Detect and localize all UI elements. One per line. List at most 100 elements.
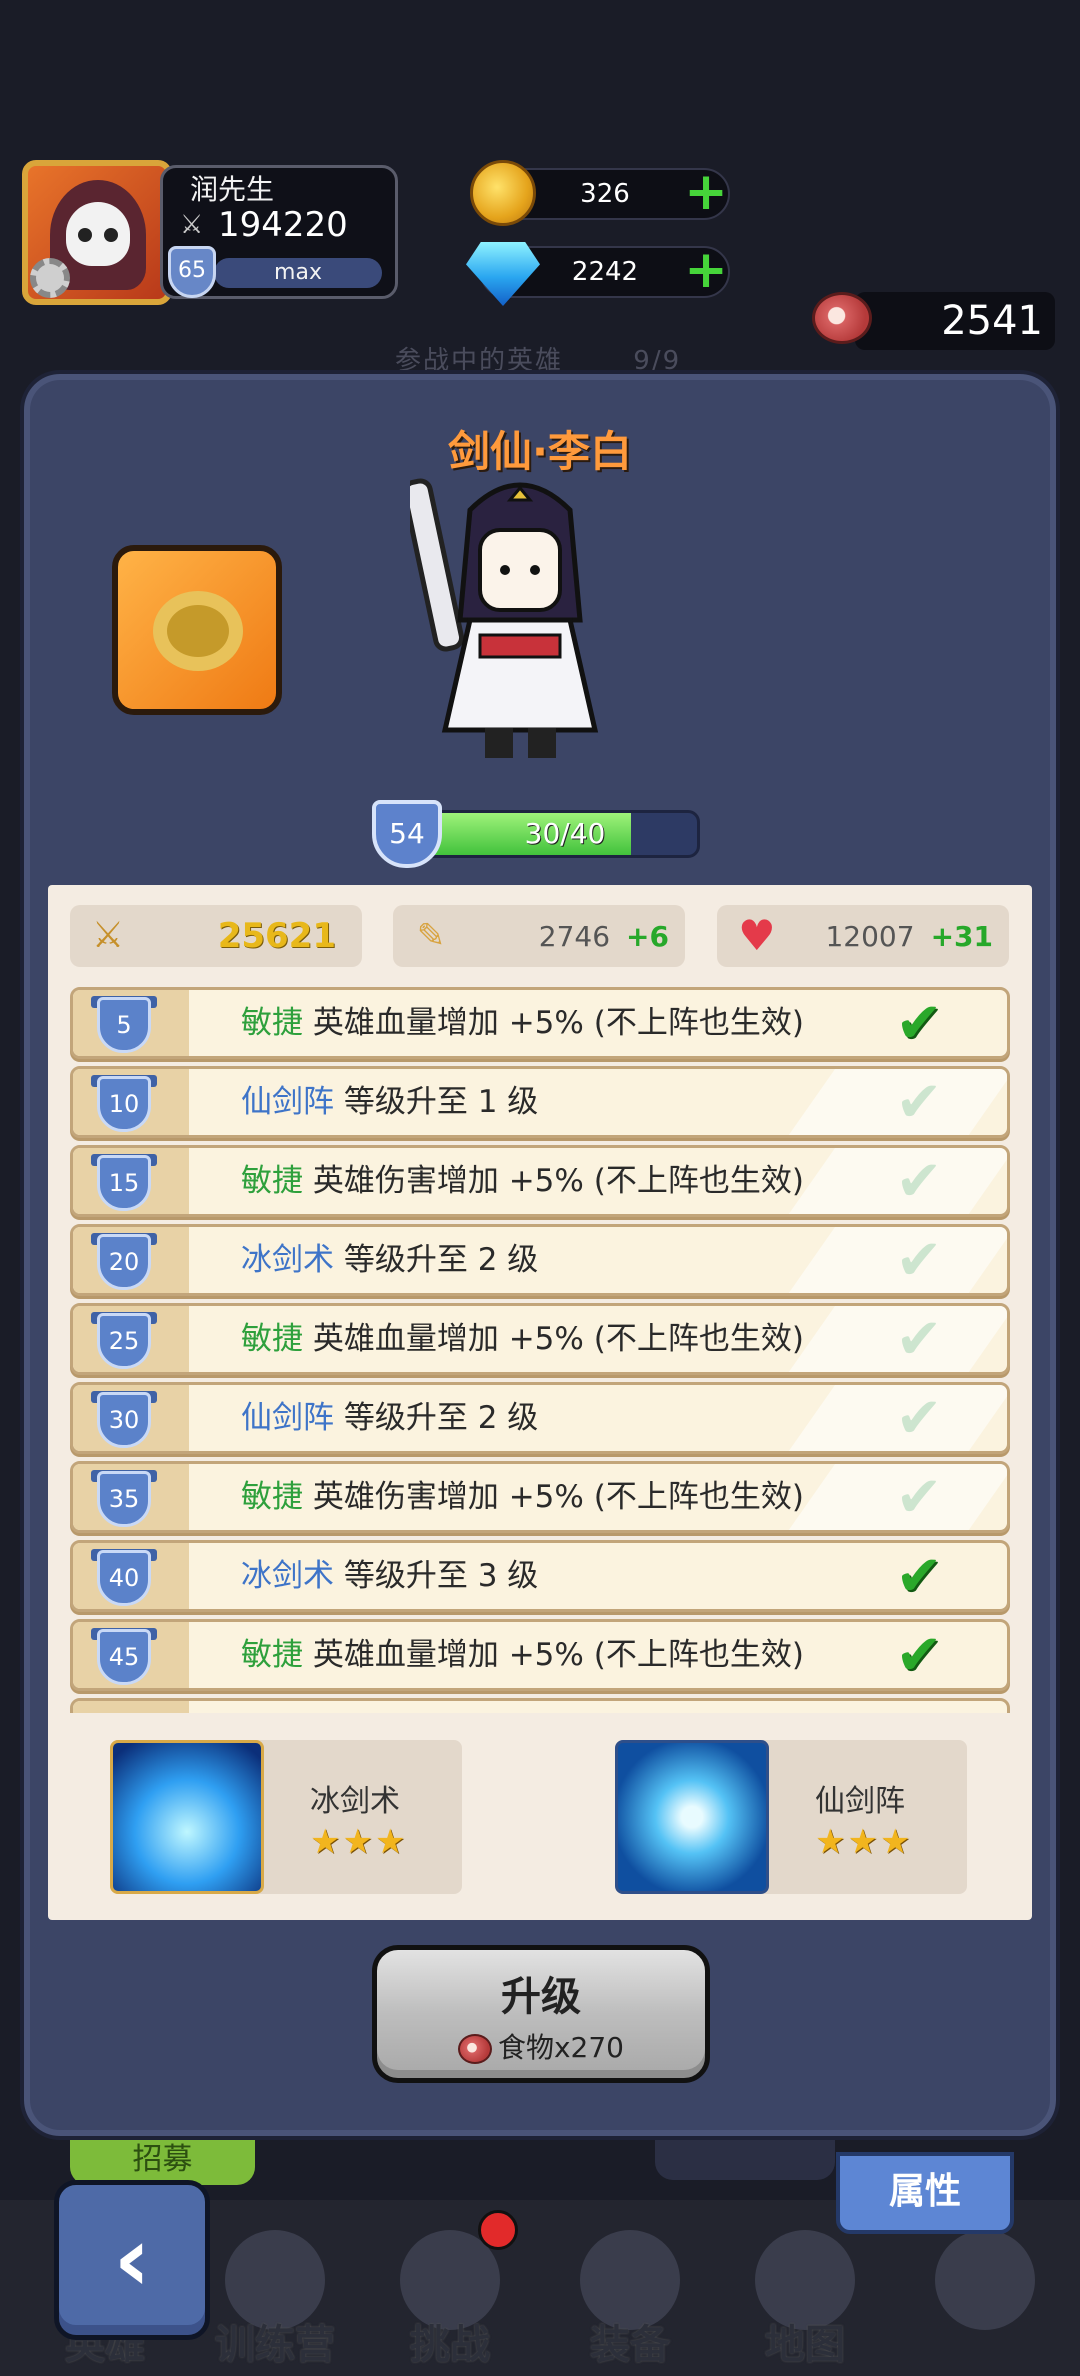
skill-stars: ★★★ [310, 1822, 408, 1862]
recruit-tab[interactable]: 招募 [70, 2140, 255, 2185]
upgrade-row: 25 敏捷 英雄血量增加 +5% (不上阵也生效) ✔ [70, 1303, 1010, 1375]
ice-sword-skill-icon [110, 1740, 264, 1894]
gold-coin-icon [470, 160, 536, 226]
level-shield-icon: 20 [97, 1234, 151, 1290]
level-shield-icon: 25 [97, 1313, 151, 1369]
upgrade-row: 20 冰剑术 等级升至 2 级 ✔ [70, 1224, 1010, 1296]
upgrade-text: 敏捷 英雄伤害增加 +5% (不上阵也生效) [241, 1464, 804, 1530]
upgrade-desc: 等级升至 1 级 [343, 1084, 539, 1120]
upgrade-cost: 食物x270 [377, 2026, 705, 2066]
upgrade-desc: 英雄伤害增加 +5% (不上阵也生效) [312, 1163, 804, 1199]
back-button[interactable]: ‹ [54, 2180, 210, 2340]
notification-dot [478, 2210, 518, 2250]
skill-card-ice-sword[interactable]: 冰剑术 ★★★ [110, 1740, 462, 1894]
gear-icon[interactable] [30, 258, 70, 298]
nav-map[interactable]: 地图 [730, 2230, 880, 2370]
upgrade-tag: 仙剑阵 [241, 1084, 334, 1120]
level-shield-icon: 10 [97, 1076, 151, 1132]
upgrade-row: 45 敏捷 英雄血量增加 +5% (不上阵也生效) ✔ [70, 1619, 1010, 1691]
level-shield-icon: 45 [97, 1629, 151, 1685]
checkmark-icon: ✔ [895, 1149, 943, 1214]
level-shield-icon: 5 [97, 997, 151, 1053]
upgrade-desc: 等级升至 2 级 [343, 1400, 539, 1436]
upgrade-text: 敏捷 英雄血量增加 +5% (不上阵也生效) [241, 1622, 804, 1688]
lock-icon [935, 2230, 1035, 2330]
stat-power: ⚔ 25621 [70, 905, 362, 967]
add-diamond-button[interactable]: + [684, 244, 728, 296]
stat-hp: ♥ 12007 +31 [717, 905, 1009, 967]
gold-value: 326 [580, 179, 630, 209]
upgrade-desc: 等级升至 3 级 [343, 1558, 539, 1594]
player-name: 润先生 [190, 173, 275, 206]
upgrade-text: 仙剑阵 等级升至 2 级 [241, 1385, 538, 1451]
skill-stars: ★★★ [815, 1822, 913, 1862]
upgrade-desc: 英雄伤害增加 +5% (不上阵也生效) [312, 1479, 804, 1515]
stat-hp-bonus: +31 [930, 919, 993, 953]
player-level-badge: 65 [168, 246, 216, 298]
upgrade-desc: 英雄血量增加 +5% (不上阵也生效) [312, 1321, 804, 1357]
upgrade-desc: 英雄血量增加 +5% (不上阵也生效) [312, 1637, 804, 1673]
level-shield-icon: 40 [97, 1550, 151, 1606]
stat-power-value: 25621 [217, 916, 336, 956]
attribute-tab[interactable]: 属性 [836, 2152, 1014, 2234]
level-cell [73, 1701, 189, 1713]
hero-level-badge: 54 [372, 800, 442, 868]
sword-array-skill-icon [615, 1740, 769, 1894]
stat-attack-value: 2746 [538, 919, 611, 953]
upgrade-row: 30 仙剑阵 等级升至 2 级 ✔ [70, 1382, 1010, 1454]
heart-icon: ♥ [738, 911, 776, 960]
crossed-swords-icon: ⚔ [91, 915, 125, 956]
upgrade-tag: 冰剑术 [241, 1242, 334, 1278]
chevron-left-icon: ‹ [113, 2207, 151, 2312]
checkmark-icon: ✔ [895, 1386, 943, 1451]
attack-icon: ✎ [416, 916, 446, 956]
stat-attack-bonus: +6 [626, 919, 669, 953]
hidden-tab [655, 2140, 835, 2180]
stat-attack: ✎ 2746 +6 [393, 905, 685, 967]
skill-name: 仙剑阵 [815, 1784, 905, 1819]
shine-overlay [764, 1069, 1007, 1135]
dragon-amulet-icon[interactable] [112, 545, 282, 715]
nav-locked[interactable] [910, 2230, 1060, 2370]
nav-challenge[interactable]: 挑战 [375, 2230, 525, 2370]
stat-hp-value: 12007 [825, 919, 915, 953]
upgrade-row: 40 冰剑术 等级升至 3 级 ✔ [70, 1540, 1010, 1612]
crossed-swords-icon: ⚔ [180, 210, 204, 240]
upgrade-text: 敏捷 英雄伤害增加 +5% (不上阵也生效) [241, 1148, 804, 1214]
add-gold-button[interactable]: + [684, 166, 728, 218]
food-value: 2541 [941, 298, 1043, 344]
level-shield-icon: 35 [97, 1471, 151, 1527]
upgrade-tag: 敏捷 [241, 1005, 303, 1041]
upgrade-row: 15 敏捷 英雄伤害增加 +5% (不上阵也生效) ✔ [70, 1145, 1010, 1217]
upgrade-row: 35 敏捷 英雄伤害增加 +5% (不上阵也生效) ✔ [70, 1461, 1010, 1533]
meat-icon [457, 2034, 492, 2064]
shine-overlay [764, 1227, 1007, 1293]
skill-name: 冰剑术 [310, 1784, 400, 1819]
nav-equipment[interactable]: 装备 [555, 2230, 705, 2370]
upgrade-list[interactable]: 5 敏捷 英雄血量增加 +5% (不上阵也生效) ✔ 10 仙剑阵 等级升至 1 级 ✔ 1… [70, 985, 1010, 1713]
upgrade-row: 5 敏捷 英雄血量增加 +5% (不上阵也生效) ✔ [70, 987, 1010, 1059]
upgrade-tag: 敏捷 [241, 1637, 303, 1673]
level-shield-icon: 15 [97, 1155, 151, 1211]
nav-training[interactable]: 训练营 [200, 2230, 350, 2370]
level-shield-icon: 30 [97, 1392, 151, 1448]
checkmark-icon: ✔ [895, 1465, 943, 1530]
upgrade-tag: 仙剑阵 [241, 1400, 334, 1436]
meat-icon [812, 292, 872, 344]
upgrade-desc: 英雄血量增加 +5% (不上阵也生效) [312, 1005, 804, 1041]
upgrade-button[interactable]: 升级 食物x270 [372, 1945, 710, 2083]
skill-card-sword-array[interactable]: 仙剑阵 ★★★ [615, 1740, 967, 1894]
upgrade-text: 敏捷 英雄血量增加 +5% (不上阵也生效) [241, 1306, 804, 1372]
upgrade-tag: 冰剑术 [241, 1558, 334, 1594]
food-pill: 2541 [855, 292, 1055, 350]
player-power: ⚔ 194220 [180, 205, 348, 245]
shine-overlay [764, 1385, 1007, 1451]
checkmark-icon: ✔ [895, 1228, 943, 1293]
upgrade-row: 10 仙剑阵 等级升至 1 级 ✔ [70, 1066, 1010, 1138]
player-power-value: 194220 [218, 205, 348, 245]
upgrade-text: 敏捷 英雄血量增加 +5% (不上阵也生效) [241, 990, 804, 1056]
skull-icon [66, 202, 130, 266]
checkmark-icon: ✔ [895, 1544, 943, 1609]
upgrade-text: 冰剑术 等级升至 3 级 [241, 1543, 538, 1609]
diamond-value: 2242 [571, 257, 639, 287]
